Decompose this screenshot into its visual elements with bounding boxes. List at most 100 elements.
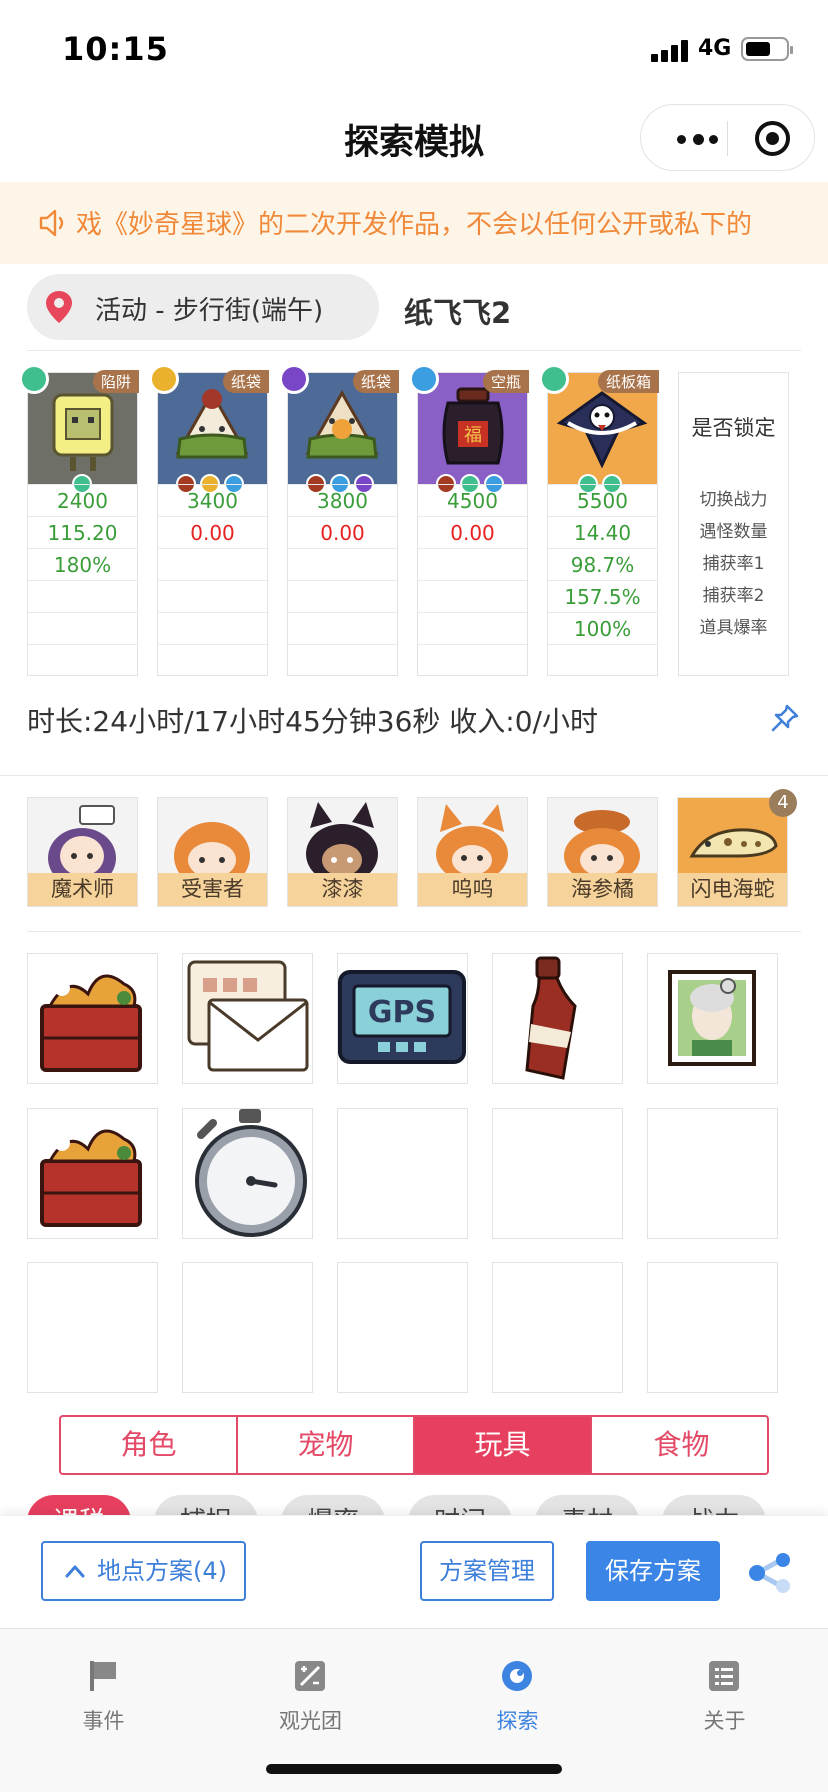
pet-column[interactable]: 陷阱 2400 115.20 180% [19,364,139,676]
item-slot-empty[interactable] [492,1262,623,1393]
item-slot-empty[interactable] [27,1262,158,1393]
tabbar-label: 关于 [703,1709,746,1733]
pet-column[interactable]: 纸袋 3400 0.00 [149,364,269,676]
victim-avatar [158,798,267,890]
chip-material[interactable]: 素材 [535,1495,639,1515]
pet-column[interactable]: 福 空瓶 4500 0.00 [409,364,529,676]
tabbar-item-about[interactable]: 关于 [621,1643,828,1753]
tab-role[interactable]: 角色 [61,1417,238,1473]
item-slot[interactable] [647,953,778,1084]
tabbar-label: 观光团 [279,1709,342,1733]
share-icon[interactable] [747,1552,793,1594]
guest-card[interactable]: 闪电海蛇 [677,797,788,907]
battery-icon [741,37,793,61]
chevron-up-icon [65,1565,85,1578]
svg-text:福: 福 [464,425,482,446]
app-screen: 10:15 4G 探索模拟 戏《妙奇星球》的二次开发作品，不会以任何公开或私下的 [0,0,828,1792]
pet-column[interactable]: 纸板箱 5500 14.40 98.7% 157.5% 100% [539,364,659,676]
pet-catch-rate-2 [418,580,527,612]
guest-card[interactable]: 呜呜 [417,797,528,907]
notice-text: 戏《妙奇星球》的二次开发作品，不会以任何公开或私下的 [76,210,753,240]
pet-element-icon [19,364,49,394]
divider [0,775,828,776]
stopwatch-icon [195,1109,307,1237]
more-icon[interactable] [677,134,721,145]
save-plan-button[interactable]: 保存方案 [586,1541,720,1601]
chip-drop-rate[interactable]: 爆率 [281,1495,385,1515]
tabbar-item-events[interactable]: 事件 [0,1643,207,1753]
pet-drop-rate: 100% [548,612,657,644]
svg-text:GPS: GPS [368,995,436,1030]
item-slot[interactable] [182,953,313,1084]
guest-card[interactable]: 海参橘 [547,797,658,907]
pet-catch-rate-1 [288,548,397,580]
pet-tag: 空瓶 [482,370,529,393]
location-plans-button[interactable]: 地点方案(4) [41,1541,246,1601]
tab-food[interactable]: 食物 [592,1417,767,1473]
guest-card[interactable]: 魔术师 [27,797,138,907]
pet-catch-rate-1: 98.7% [548,548,657,580]
bento-box-icon [40,974,142,1072]
location-plans-label: 地点方案(4) [97,1557,227,1585]
chip-capture[interactable]: 捕捉 [154,1495,258,1515]
location-pin-icon [46,291,72,323]
tabbar-item-explore[interactable]: 探索 [414,1643,621,1753]
chip-power[interactable]: 战力 [662,1495,766,1515]
lock-row-label: 捕获率1 [702,554,765,574]
chip-tax[interactable]: 课税 [27,1495,131,1515]
bottle-icon [525,956,577,1080]
tab-toy[interactable]: 玩具 [415,1417,592,1473]
explore-icon [502,1661,532,1691]
lock-column[interactable]: 是否锁定 切换战力 遇怪数量 捕获率1 捕获率2 道具爆率 [678,372,789,676]
home-indicator [266,1764,562,1774]
pet-catch-rate-1: 180% [28,548,137,580]
pin-icon[interactable] [770,703,800,733]
item-slot-empty[interactable] [337,1108,468,1239]
item-slot-empty[interactable] [647,1108,778,1239]
wuwu-avatar [418,798,527,882]
guest-label: 海参橘 [548,873,657,906]
pet-catch-rate-2: 157.5% [548,580,657,612]
magician-avatar [28,798,137,888]
pet-extra [418,644,527,676]
item-slot-empty[interactable] [337,1262,468,1393]
chip-time[interactable]: 时间 [408,1495,512,1515]
pet-tag: 纸袋 [352,370,399,393]
pet-element-icon [539,364,569,394]
pet-drop-rate [288,612,397,644]
guest-label: 呜呜 [418,873,527,906]
item-slot[interactable]: GPS [337,953,468,1084]
pet-catch-rate-1 [158,548,267,580]
pet-encounter: 14.40 [548,516,657,548]
miniprogram-capsule [640,104,815,171]
pet-power: 3400 [158,484,267,516]
category-tabs: 角色 宠物 玩具 食物 [59,1415,769,1475]
notice-bar: 戏《妙奇星球》的二次开发作品，不会以任何公开或私下的 [0,182,828,264]
item-slot[interactable] [27,953,158,1084]
item-slot-empty[interactable] [182,1262,313,1393]
item-slot[interactable] [492,953,623,1084]
tabbar-item-tour[interactable]: 观光团 [207,1643,414,1753]
pet-encounter: 0.00 [418,516,527,548]
pet-extra [548,644,657,676]
close-miniprogram-icon[interactable] [755,121,790,156]
item-slot-empty[interactable] [647,1262,778,1393]
pet-element-icon [409,364,439,394]
signal-icon [651,38,691,62]
tab-pet[interactable]: 宠物 [238,1417,415,1473]
plan-manage-button[interactable]: 方案管理 [420,1541,554,1601]
item-slot[interactable] [182,1108,313,1239]
pet-catch-rate-2 [288,580,397,612]
pet-encounter: 115.20 [28,516,137,548]
nav-bar: 探索模拟 [0,94,828,182]
item-slot[interactable] [27,1108,158,1239]
guest-card[interactable]: 受害者 [157,797,268,907]
pet-column[interactable]: 纸袋 3800 0.00 [279,364,399,676]
location-picker[interactable]: 活动 - 步行街(端午) [27,274,379,340]
guest-card[interactable]: 漆漆 [287,797,398,907]
item-slot-empty[interactable] [492,1108,623,1239]
pet-extra [288,644,397,676]
flag-icon [90,1661,116,1691]
location-label: 活动 - 步行街(端午) [95,296,324,326]
guest-label: 闪电海蛇 [678,873,787,906]
